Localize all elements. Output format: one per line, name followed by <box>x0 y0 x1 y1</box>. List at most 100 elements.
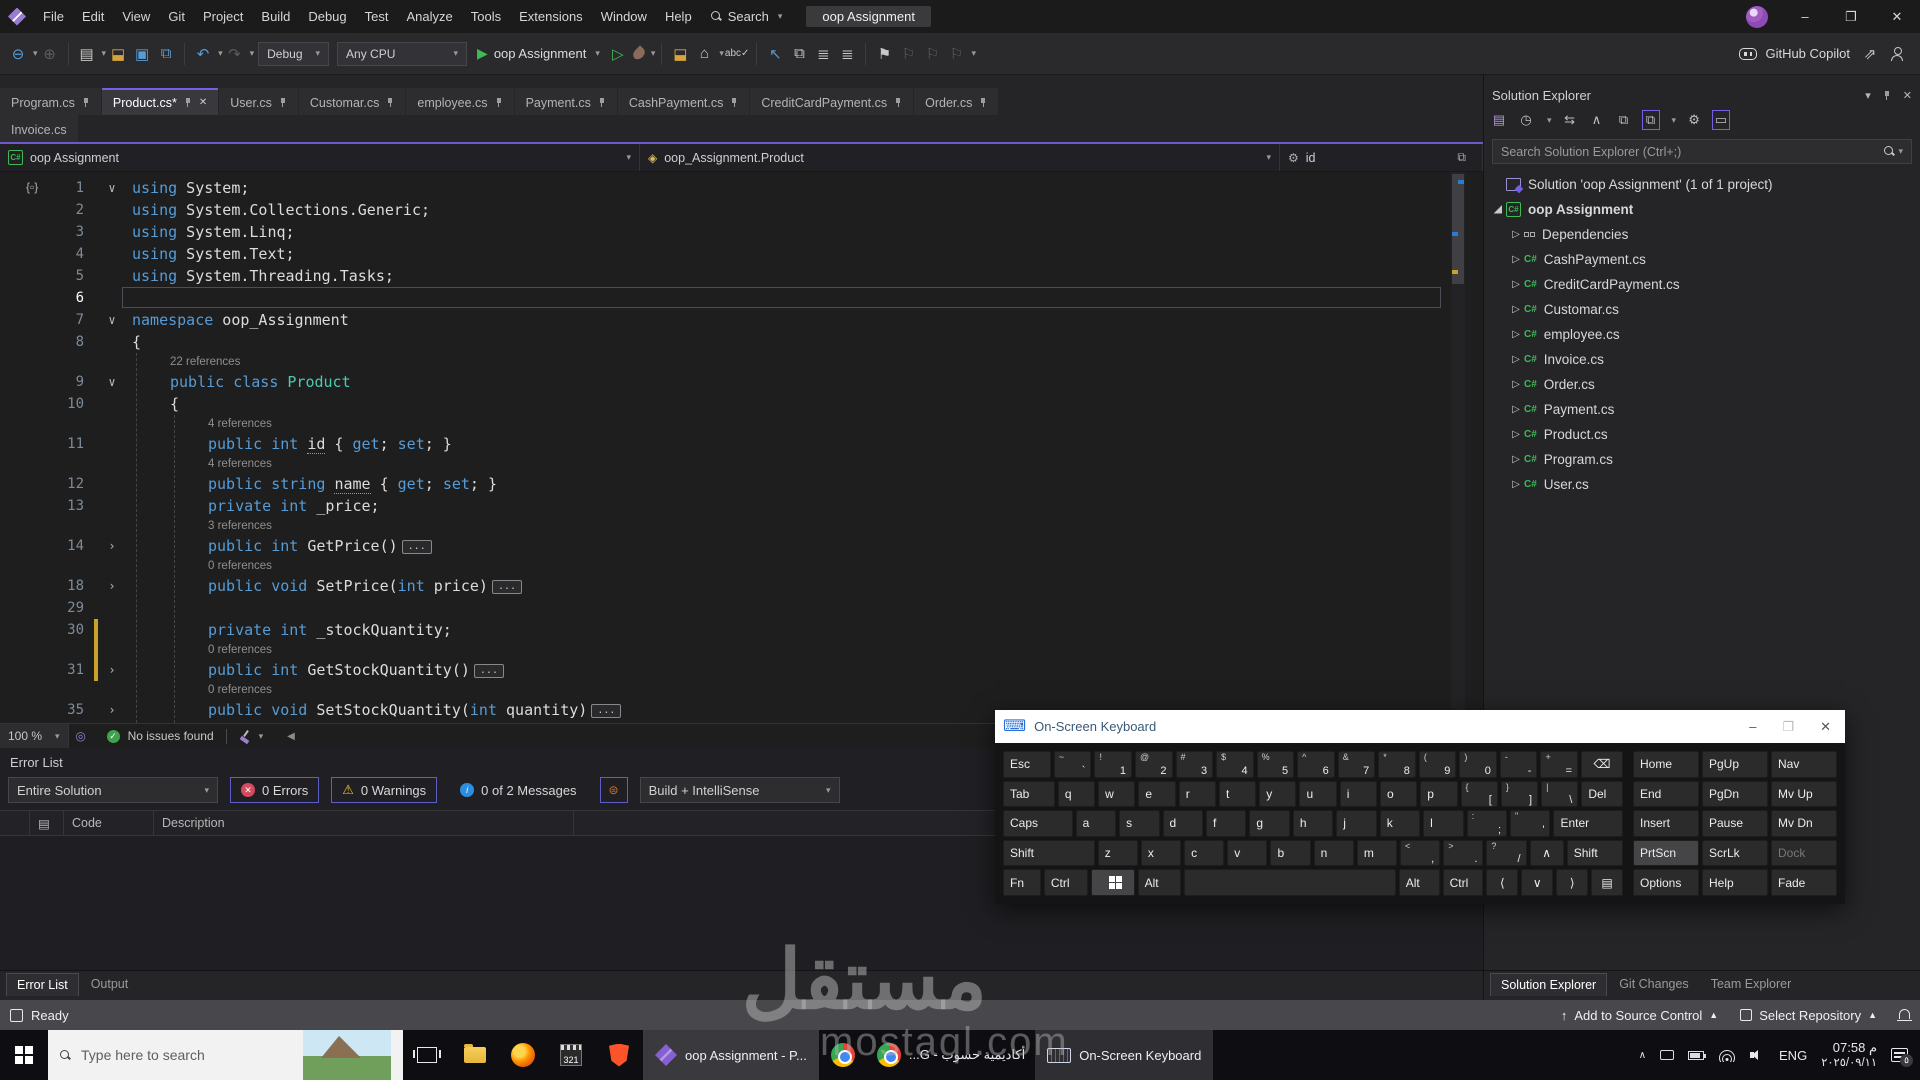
osk-key-f[interactable]: f <box>1206 810 1246 837</box>
tree-item-dependencies[interactable]: ▷Dependencies <box>1484 222 1920 247</box>
panel-tab-solution-explorer[interactable]: Solution Explorer <box>1490 973 1607 996</box>
tab-Usercs[interactable]: User.cs <box>219 88 298 115</box>
osk-key-4[interactable]: $4 <box>1216 751 1254 778</box>
member-dropdown[interactable]: ⚙ id ⧉ <box>1280 144 1483 171</box>
osk-key-z[interactable]: z <box>1098 840 1138 867</box>
file-explorer-button[interactable] <box>451 1030 499 1080</box>
brave-button[interactable] <box>595 1030 643 1080</box>
osk-maximize-button[interactable]: ❐ <box>1782 719 1794 735</box>
collapsed-arrow-icon[interactable]: ▷ <box>1508 304 1524 315</box>
tree-item-customarcs[interactable]: ▷C#Customar.cs <box>1484 297 1920 322</box>
osk-key-ctrl[interactable]: Ctrl <box>1044 869 1088 896</box>
panel-tab-output[interactable]: Output <box>81 973 139 995</box>
osk-key-[interactable]: -- <box>1500 751 1538 778</box>
codelens-row[interactable]: 0 references <box>0 681 1483 699</box>
osk-key-7[interactable]: &7 <box>1338 751 1376 778</box>
start-button[interactable] <box>0 1030 48 1080</box>
fold-icon[interactable]: ∨ <box>98 177 126 199</box>
osk-key-[interactable]: :; <box>1467 810 1507 837</box>
osk-key-5[interactable]: %5 <box>1257 751 1295 778</box>
osk-key-h[interactable]: h <box>1293 810 1333 837</box>
codelens-row[interactable]: 0 references <box>0 641 1483 659</box>
osk-key-w[interactable]: w <box>1098 781 1135 808</box>
pin-icon[interactable] <box>1883 90 1891 101</box>
menu-edit[interactable]: Edit <box>73 0 113 33</box>
split-window-icon[interactable]: ⧉ <box>1457 150 1466 165</box>
codelens-row[interactable]: 22 references <box>0 353 1483 371</box>
messages-filter-button[interactable]: i0 of 2 Messages <box>449 777 587 803</box>
panel-tab-error-list[interactable]: Error List <box>6 973 79 996</box>
tree-item-employeecs[interactable]: ▷C#employee.cs <box>1484 322 1920 347</box>
menu-view[interactable]: View <box>113 0 159 33</box>
osk-key-[interactable]: |\ <box>1541 781 1578 808</box>
type-dropdown[interactable]: ◈ oop_Assignment.Product ▾ <box>640 144 1280 171</box>
properties-wrench-icon[interactable]: ⚙ <box>1685 110 1703 130</box>
chrome-button[interactable] <box>819 1030 867 1080</box>
osk-key-n[interactable]: n <box>1314 840 1354 867</box>
osk-key-u[interactable]: u <box>1299 781 1336 808</box>
menu-test[interactable]: Test <box>356 0 398 33</box>
taskbar-search-input[interactable]: Type here to search <box>48 1030 403 1080</box>
tab-Paymentcs[interactable]: Payment.cs <box>515 88 617 115</box>
collapsed-region[interactable]: ... <box>492 580 522 594</box>
osk-key-mvup[interactable]: Mv Up <box>1771 781 1837 808</box>
minimize-button[interactable]: – <box>1782 0 1828 33</box>
pin-icon[interactable] <box>279 97 287 108</box>
column-header-code[interactable]: Code <box>64 811 154 835</box>
clock[interactable]: 07:58 م ٢٠٢٥/٠٩/١١ <box>1821 1040 1877 1071</box>
bing-daily-image[interactable] <box>303 1030 391 1080</box>
osk-key-[interactable]: >. <box>1443 840 1483 867</box>
osk-key-l[interactable]: l <box>1423 810 1463 837</box>
collapsed-arrow-icon[interactable]: ▷ <box>1508 454 1524 465</box>
hot-reload-icon[interactable] <box>631 45 647 61</box>
codelens-row[interactable]: 4 references <box>0 415 1483 433</box>
osk-key-b[interactable]: b <box>1270 840 1310 867</box>
menu-git[interactable]: Git <box>159 0 194 33</box>
pin-icon[interactable] <box>495 97 503 108</box>
menu-window[interactable]: Window <box>592 0 656 33</box>
collapsed-arrow-icon[interactable]: ▷ <box>1508 279 1524 290</box>
osk-key-p[interactable]: p <box>1420 781 1457 808</box>
save-icon[interactable]: ▣ <box>131 42 153 66</box>
navigate-back-icon[interactable]: ⊖ <box>7 42 29 66</box>
osk-key-v[interactable]: v <box>1227 840 1267 867</box>
volume-icon[interactable] <box>1750 1049 1765 1061</box>
tab-Productcs[interactable]: Product.cs*✕ <box>102 88 218 115</box>
osk-key-shift[interactable]: Shift <box>1003 840 1095 867</box>
collapsed-arrow-icon[interactable]: ▷ <box>1508 254 1524 265</box>
errors-filter-button[interactable]: ✕0 Errors <box>230 777 319 803</box>
hidden-icons-chevron[interactable]: ∧ <box>1639 1050 1646 1061</box>
tab-employeecs[interactable]: employee.cs <box>406 88 513 115</box>
scope-dropdown[interactable]: Entire Solution▾ <box>8 777 218 803</box>
osk-key-tab[interactable]: Tab <box>1003 781 1055 808</box>
code-line[interactable]: 5using System.Threading.Tasks; <box>0 265 1483 287</box>
osk-key-0[interactable]: )0 <box>1459 751 1497 778</box>
zoom-dropdown[interactable]: 100 %▾ <box>0 724 69 749</box>
code-cleanup-icon[interactable] <box>239 730 252 743</box>
osk-key-[interactable]: ~` <box>1054 751 1092 778</box>
project-dropdown[interactable]: C# oop Assignment ▾ <box>0 144 640 171</box>
pin-icon[interactable] <box>598 97 606 108</box>
source-dropdown[interactable]: Build + IntelliSense▾ <box>640 777 840 803</box>
warnings-filter-button[interactable]: ⚠0 Warnings <box>331 777 437 803</box>
column-header-description[interactable]: Description <box>154 811 574 835</box>
code-line[interactable]: 8{ <box>0 331 1483 353</box>
collapsed-arrow-icon[interactable]: ▷ <box>1508 379 1524 390</box>
collapsed-region[interactable]: ... <box>402 540 432 554</box>
collapsed-arrow-icon[interactable]: ▷ <box>1508 229 1524 240</box>
code-line[interactable]: 14›public int GetPrice()... <box>0 535 1483 557</box>
osk-key-i[interactable]: i <box>1340 781 1377 808</box>
osk-key-[interactable]: += <box>1540 751 1578 778</box>
osk-key-o[interactable]: o <box>1380 781 1417 808</box>
code-line[interactable]: 7∨namespace oop_Assignment <box>0 309 1483 331</box>
media-player-button[interactable]: 321 <box>547 1030 595 1080</box>
menu-tools[interactable]: Tools <box>462 0 510 33</box>
code-line[interactable]: 3using System.Linq; <box>0 221 1483 243</box>
osk-key-t[interactable]: t <box>1219 781 1256 808</box>
osk-key-pgdn[interactable]: PgDn <box>1702 781 1768 808</box>
osk-key-[interactable]: ∨ <box>1521 869 1553 896</box>
code-line[interactable]: 10{ <box>0 393 1483 415</box>
pin-icon[interactable] <box>386 97 394 108</box>
osk-minimize-button[interactable]: – <box>1749 719 1756 735</box>
osk-key-e[interactable]: e <box>1138 781 1175 808</box>
